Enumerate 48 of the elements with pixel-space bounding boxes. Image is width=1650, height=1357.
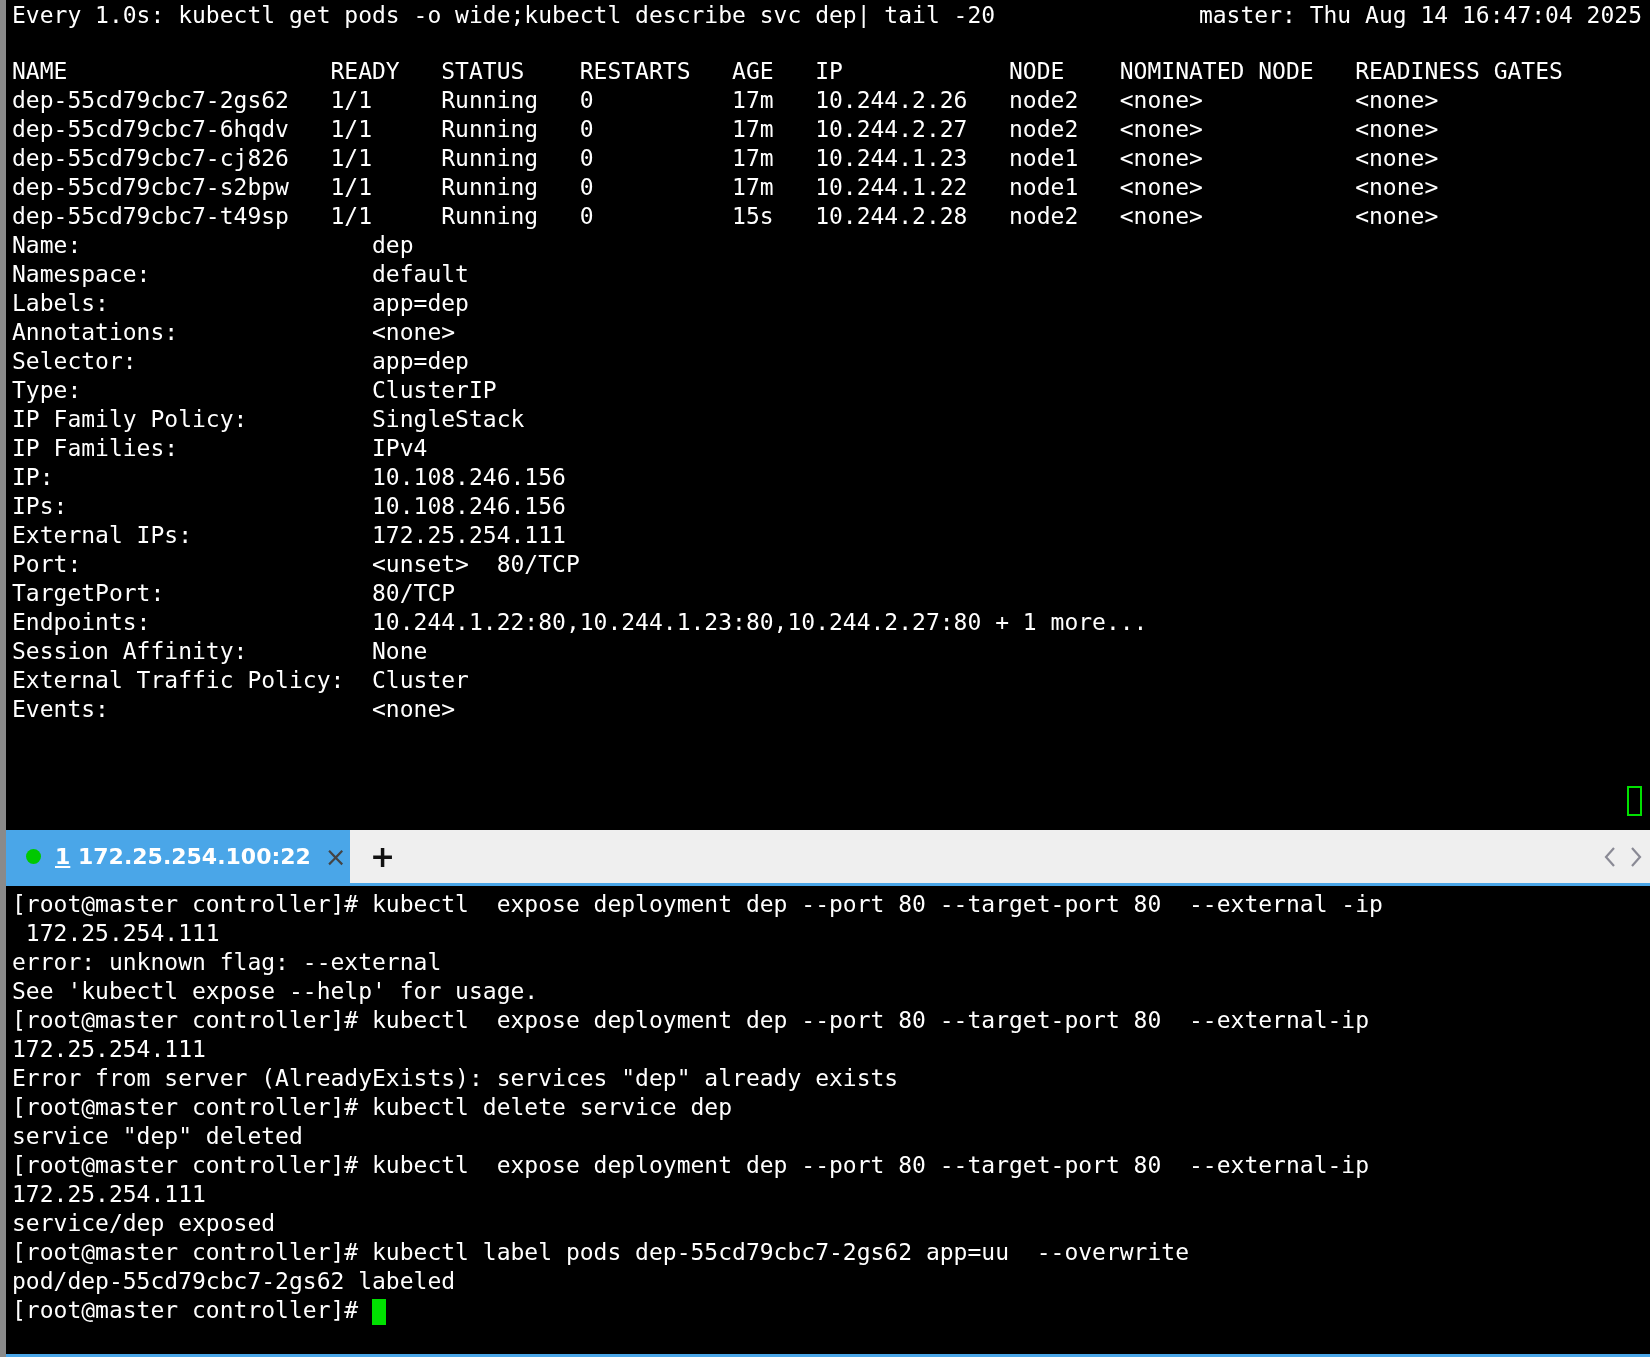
terminal-line: Error from server (AlreadyExists): services "dep" already exists <box>12 1064 900 1093</box>
cursor-icon <box>372 1298 387 1325</box>
terminal-line: [root@master controller]# kubectl expose deployment dep --port 80 --target-port 80 --external -ip <box>12 890 1384 919</box>
terminal-line: service "dep" deleted <box>12 1122 304 1151</box>
terminal-line: error: unknown flag: --external <box>12 948 443 977</box>
terminal-line: Events: <none> <box>12 695 457 724</box>
terminal-line: [root@master controller]# kubectl delete service dep <box>12 1093 734 1122</box>
watch-command: Every 1.0s: kubectl get pods -o wide;kubectl describe svc dep| tail -20 <box>12 2 996 28</box>
chevron-right-icon[interactable] <box>1630 845 1642 868</box>
terminal-line: External Traffic Policy: Cluster <box>12 666 470 695</box>
terminal-line: dep-55cd79cbc7-2gs62 1/1 Running 0 17m 10.244.2.26 node2 <none> <none> <box>12 86 1440 115</box>
terminal-line: Endpoints: 10.244.1.22:80,10.244.1.23:80,10.244.2.27:80 + 1 more... <box>12 608 1149 637</box>
terminal-line: Labels: app=dep <box>12 289 470 318</box>
terminal-line: IP Families: IPv4 <box>12 434 429 463</box>
new-tab-button[interactable]: + <box>356 830 410 883</box>
terminal-line: Annotations: <none> <box>12 318 457 347</box>
terminal-line: IP: 10.108.246.156 <box>12 463 567 492</box>
shell-prompt: [root@master controller]# <box>12 1297 360 1323</box>
chevron-left-icon[interactable] <box>1604 845 1616 868</box>
terminal-line: 172.25.254.111 <box>12 1180 207 1209</box>
terminal-line: NAME READY STATUS RESTARTS AGE IP NODE NOMINATED NODE READINESS GATES <box>12 57 1564 86</box>
terminal-line: [root@master controller]# kubectl label pods dep-55cd79cbc7-2gs62 app=uu --overwrite <box>12 1238 1190 1267</box>
terminal-line: [root@master controller]# kubectl expose deployment dep --port 80 --target-port 80 --external-ip <box>12 1151 1371 1180</box>
terminal-line: dep-55cd79cbc7-cj826 1/1 Running 0 17m 10.244.1.23 node1 <none> <none> <box>12 144 1440 173</box>
terminal-line: External IPs: 172.25.254.111 <box>12 521 567 550</box>
terminal-line: TargetPort: 80/TCP <box>12 579 457 608</box>
terminal-line: dep-55cd79cbc7-s2bpw 1/1 Running 0 17m 10.244.1.22 node1 <none> <none> <box>12 173 1440 202</box>
terminal-line: IP Family Policy: SingleStack <box>12 405 526 434</box>
terminal-line: Name: dep <box>12 231 415 260</box>
terminal-line: dep-55cd79cbc7-6hqdv 1/1 Running 0 17m 10.244.2.27 node2 <none> <none> <box>12 115 1440 144</box>
terminal-line: [root@master controller]# kubectl expose deployment dep --port 80 --target-port 80 --external-ip <box>12 1006 1371 1035</box>
terminal-line: Type: ClusterIP <box>12 376 498 405</box>
terminal-line: Session Affinity: None <box>12 637 429 666</box>
terminal-line: Namespace: default <box>12 260 470 289</box>
terminal-line: Selector: app=dep <box>12 347 470 376</box>
session-tab[interactable]: 1 172.25.254.100:22 × <box>6 830 350 883</box>
terminal-line: IPs: 10.108.246.156 <box>12 492 567 521</box>
terminal-line: Port: <unset> 80/TCP <box>12 550 581 579</box>
tab-title: 1 172.25.254.100:22 <box>55 844 311 869</box>
terminal-line: dep-55cd79cbc7-t49sp 1/1 Running 0 15s 10.244.2.28 node2 <none> <none> <box>12 202 1440 231</box>
terminal-line: 172.25.254.111 <box>24 919 221 948</box>
close-icon[interactable]: × <box>324 841 347 872</box>
terminal-line: 172.25.254.111 <box>12 1035 207 1064</box>
terminal-line: See 'kubectl expose --help' for usage. <box>12 977 540 1006</box>
terminal-line: pod/dep-55cd79cbc7-2gs62 labeled <box>12 1267 457 1296</box>
cursor-icon <box>1627 786 1642 816</box>
host-time: master: Thu Aug 14 16:47:04 2025 <box>1198 2 1642 28</box>
terminal-line: service/dep exposed <box>12 1209 277 1238</box>
